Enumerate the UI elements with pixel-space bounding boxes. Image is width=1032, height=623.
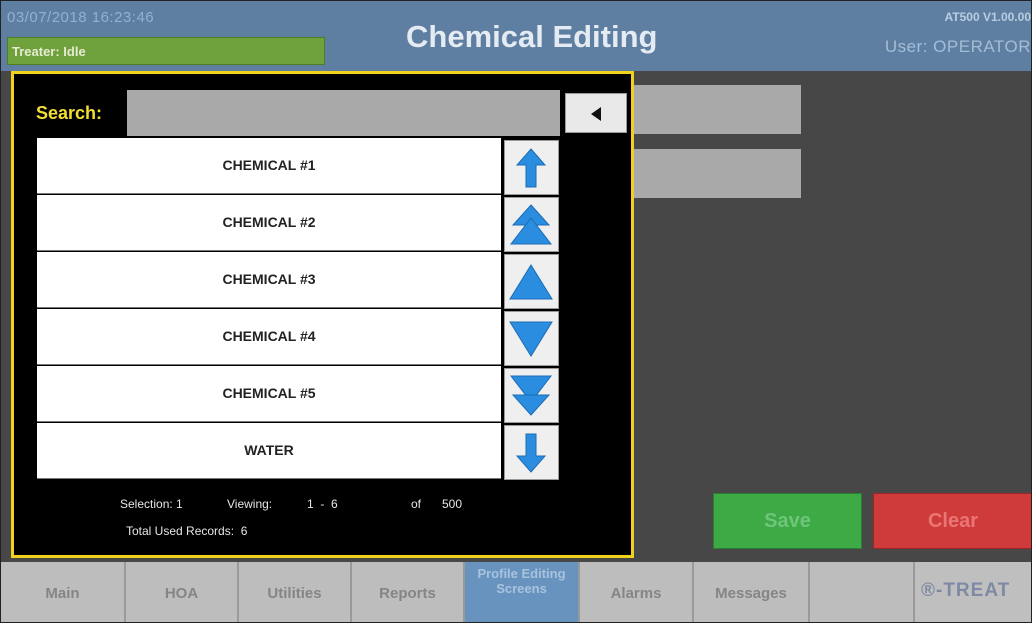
chemical-list: CHEMICAL #1 CHEMICAL #2 CHEMICAL #3 CHEM…: [37, 138, 501, 480]
selection-info: Selection: 1 Viewing: 1 - 6 of 500 Total…: [14, 494, 634, 544]
list-item-label: CHEMICAL #5: [222, 385, 316, 401]
hmi-screen: 03/07/2018 16:23:46 Treater: Idle Chemic…: [0, 0, 1032, 623]
background-field-2[interactable]: [631, 149, 801, 198]
datetime-display: 03/07/2018 16:23:46: [7, 9, 155, 26]
page-up-button[interactable]: [504, 197, 559, 252]
tab-label: HOA: [164, 585, 199, 602]
tab-label: Reports: [379, 585, 436, 602]
total-used-records: Total Used Records: 6: [126, 524, 248, 538]
list-item[interactable]: CHEMICAL #5: [37, 366, 501, 422]
tab-hoa[interactable]: HOA: [126, 562, 239, 622]
list-item[interactable]: CHEMICAL #2: [37, 195, 501, 251]
triangle-up-icon: [509, 264, 553, 300]
list-item-label: WATER: [244, 442, 294, 458]
tab-messages[interactable]: Messages: [694, 562, 810, 622]
list-item-label: CHEMICAL #2: [222, 214, 316, 230]
arrow-up-to-top-icon: [515, 148, 547, 188]
header-bar: 03/07/2018 16:23:46 Treater: Idle Chemic…: [1, 1, 1031, 71]
tab-blank[interactable]: [810, 562, 915, 622]
line-up-button[interactable]: [504, 254, 559, 309]
triangle-down-icon: [509, 321, 553, 357]
search-label: Search:: [36, 103, 103, 123]
selection-text: Selection: 1: [120, 497, 183, 511]
clear-button[interactable]: Clear: [873, 493, 1031, 549]
total-count: 500: [442, 497, 463, 511]
background-field-1[interactable]: [631, 85, 801, 134]
list-item-label: CHEMICAL #4: [222, 328, 316, 344]
viewing-range: 1 - 6: [307, 497, 338, 511]
search-input[interactable]: [127, 90, 560, 136]
tab-alarms[interactable]: Alarms: [580, 562, 694, 622]
treater-status-text: Treater: Idle: [12, 44, 86, 59]
double-triangle-down-icon: [509, 375, 553, 416]
scroll-top-button[interactable]: [504, 140, 559, 195]
list-item-label: CHEMICAL #3: [222, 271, 316, 287]
tab-main[interactable]: Main: [1, 562, 126, 622]
tab-profile-editing-screens[interactable]: Profile Editing Screens: [465, 562, 580, 622]
list-item[interactable]: WATER: [37, 423, 501, 479]
list-item[interactable]: CHEMICAL #1: [37, 138, 501, 194]
list-item-label: CHEMICAL #1: [222, 157, 316, 173]
tab-label: Profile Editing Screens: [477, 566, 566, 596]
triangle-left-icon: [591, 107, 601, 121]
list-item[interactable]: CHEMICAL #3: [37, 252, 501, 308]
scroll-bottom-button[interactable]: [504, 425, 559, 480]
viewing-label: Viewing:: [227, 497, 273, 511]
page-title: Chemical Editing: [406, 19, 658, 54]
chemical-select-popup: Search: CHEMICAL #1 CHEMICAL #2 CHEMICAL…: [11, 71, 634, 558]
double-triangle-up-icon: [509, 204, 553, 245]
tab-label: Utilities: [267, 585, 322, 602]
backspace-button[interactable]: [565, 93, 627, 133]
tab-label: Messages: [715, 585, 787, 602]
page-down-button[interactable]: [504, 368, 559, 423]
line-down-button[interactable]: [504, 311, 559, 366]
tab-reports[interactable]: Reports: [352, 562, 465, 622]
save-button[interactable]: Save: [713, 493, 862, 549]
treater-status-badge: Treater: Idle: [7, 37, 325, 65]
company-logo: ®-TREAT: [921, 580, 1011, 601]
version-label: AT500 V1.00.00: [944, 10, 1031, 24]
tab-label: Main: [45, 585, 80, 602]
bottom-nav: Main HOA Utilities Reports Profile Editi…: [1, 562, 1031, 622]
list-item[interactable]: CHEMICAL #4: [37, 309, 501, 365]
arrow-down-to-bottom-icon: [515, 433, 547, 473]
of-label: of: [411, 497, 422, 511]
user-label: User: OPERATOR: [884, 37, 1031, 56]
tab-label: Alarms: [610, 585, 662, 602]
tab-utilities[interactable]: Utilities: [239, 562, 352, 622]
